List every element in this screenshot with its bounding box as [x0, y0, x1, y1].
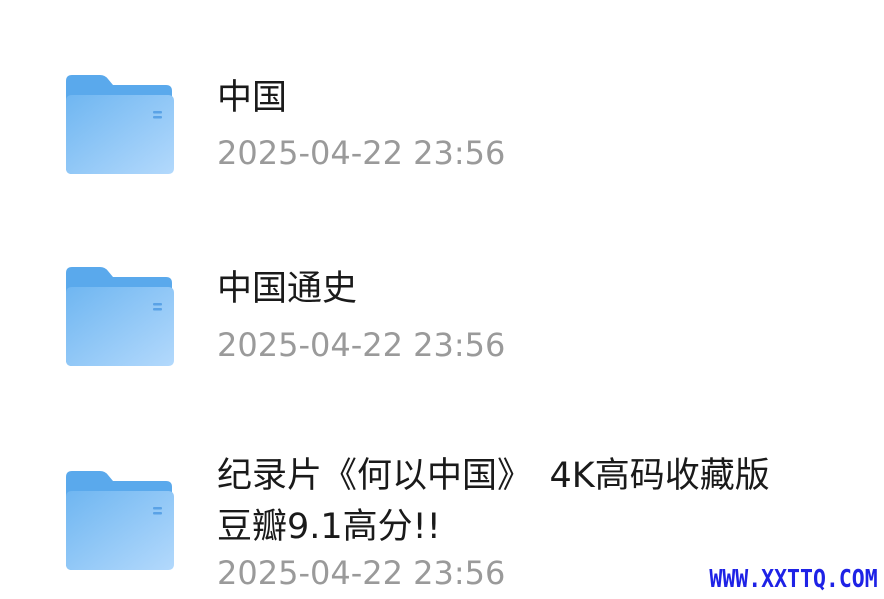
file-list: 中国 2025-04-22 23:56 中国通史 2025-04-22 23:5… — [0, 0, 884, 599]
file-date: 2025-04-22 23:56 — [217, 326, 506, 364]
file-date: 2025-04-22 23:56 — [217, 554, 506, 592]
file-row-2[interactable]: 中国通史 2025-04-22 23:56 — [0, 200, 884, 400]
file-name: 中国通史 — [217, 269, 358, 309]
file-row-1[interactable]: 中国 2025-04-22 23:56 — [0, 0, 884, 200]
folder-icon — [66, 75, 174, 174]
file-name-line-2: 豆瓣9.1高分!! — [217, 507, 441, 547]
file-name-line-1: 纪录片《何以中国》 4K高码收藏版 — [217, 456, 770, 496]
watermark-logo: WWW.XXTTQ.COM — [709, 564, 878, 593]
folder-icon — [66, 267, 174, 366]
file-name: 中国 — [217, 78, 288, 118]
file-date: 2025-04-22 23:56 — [217, 134, 506, 172]
folder-icon — [66, 471, 174, 570]
